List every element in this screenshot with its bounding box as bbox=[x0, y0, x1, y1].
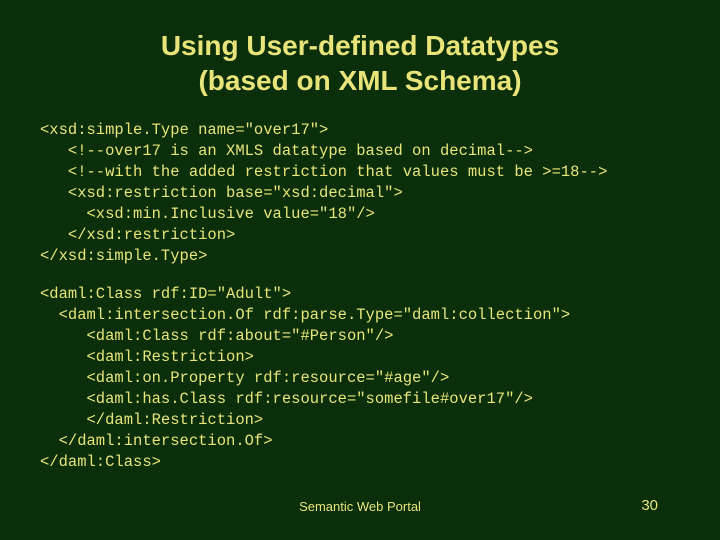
spacer bbox=[40, 266, 680, 284]
footer-label: Semantic Web Portal bbox=[0, 499, 720, 514]
title-line-2: (based on XML Schema) bbox=[198, 65, 521, 96]
page-number: 30 bbox=[641, 497, 658, 514]
title-line-1: Using User-defined Datatypes bbox=[161, 30, 559, 61]
slide-title: Using User-defined Datatypes (based on X… bbox=[40, 28, 680, 98]
slide: Using User-defined Datatypes (based on X… bbox=[0, 0, 720, 540]
code-block-1: <xsd:simple.Type name="over17"> <!--over… bbox=[40, 120, 680, 266]
code-block-2: <daml:Class rdf:ID="Adult"> <daml:inters… bbox=[40, 284, 680, 472]
